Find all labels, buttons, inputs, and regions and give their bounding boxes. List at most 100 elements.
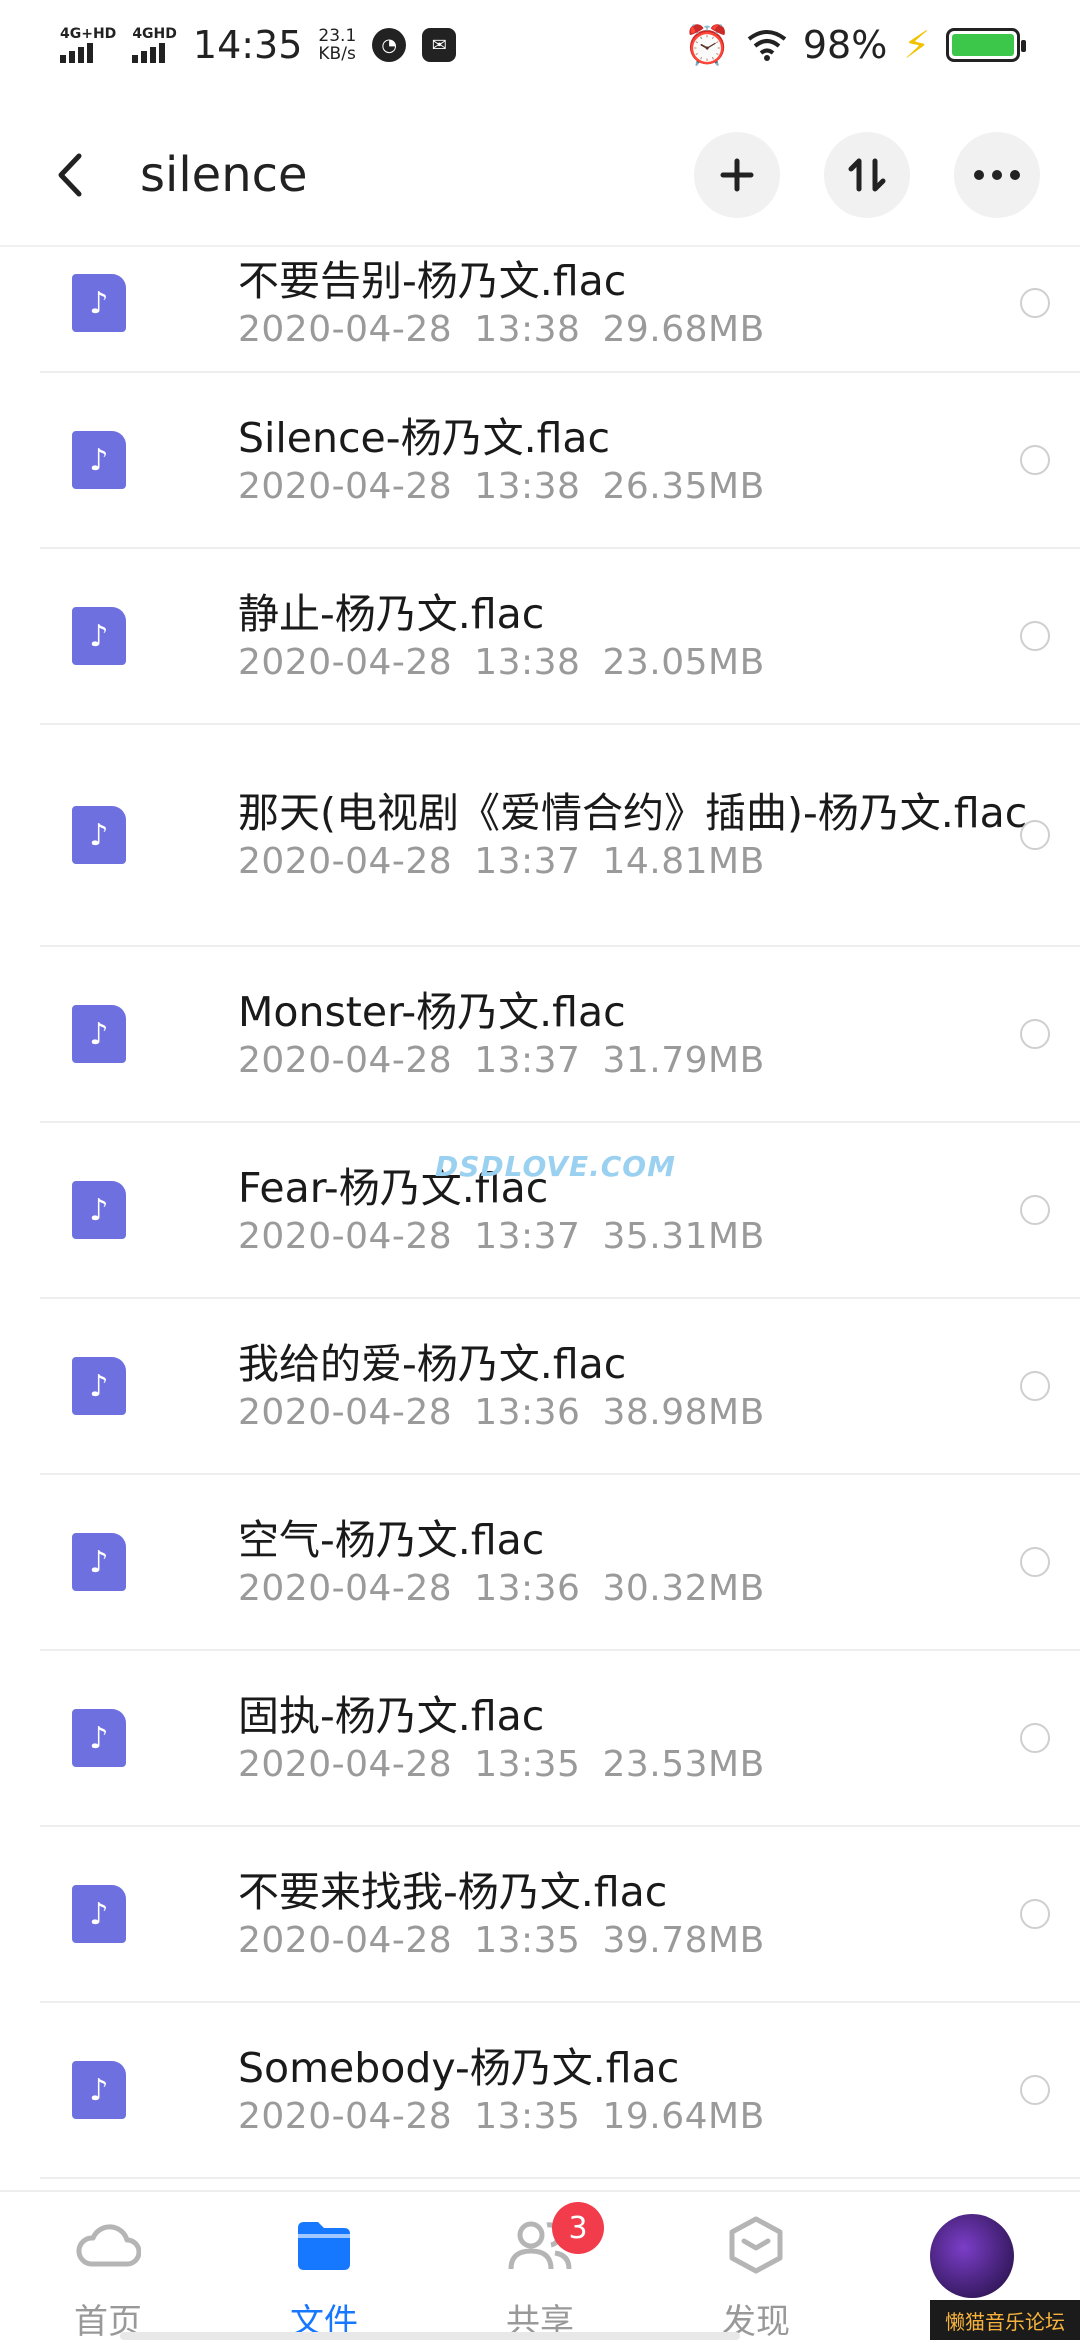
file-meta: 2020-04-28 13:38 23.05MB	[238, 642, 1040, 683]
file-text: 那天(电视剧《爱情合约》插曲)-杨乃文.flac2020-04-2813:371…	[238, 789, 1040, 882]
file-meta: 2020-04-2813:3714.81MB	[238, 841, 1040, 882]
file-name: Monster-杨乃文.flac	[238, 988, 1040, 1036]
music-file-icon: ♪	[72, 274, 126, 332]
file-date: 2020-04-28	[238, 309, 452, 350]
add-button[interactable]	[694, 132, 780, 218]
file-row[interactable]: ♪空气-杨乃文.flac2020-04-2813:3630.32MB	[40, 1475, 1080, 1651]
select-checkbox[interactable]	[1020, 621, 1050, 651]
signal-1-icon: 4G+HD	[60, 27, 116, 63]
avatar	[930, 2214, 1014, 2298]
file-meta: 2020-04-28 13:35 19.64MB	[238, 2096, 1040, 2137]
file-size: 35.31MB	[602, 1216, 764, 1257]
file-size: 38.98MB	[602, 1392, 764, 1433]
nav-files[interactable]: 文件	[224, 2192, 424, 2343]
file-time: 13:38	[474, 309, 580, 350]
file-name: 静止-杨乃文.flac	[238, 590, 1040, 638]
file-time: 13:38	[474, 642, 580, 683]
home-indicator	[120, 2332, 740, 2340]
file-text: Monster-杨乃文.flac2020-04-2813:3731.79MB	[238, 988, 1040, 1081]
file-time: 13:37	[474, 1216, 580, 1257]
file-size: 19.64MB	[602, 2096, 764, 2137]
forum-watermark: 懒猫音乐论坛	[930, 2300, 1080, 2340]
bottom-nav: 首页 文件 3 共享 发现	[0, 2190, 1080, 2342]
file-size: 26.35MB	[602, 466, 764, 507]
file-row[interactable]: ♪不要告别-杨乃文.flac2020-04-2813:3829.68MB	[40, 247, 1080, 373]
file-date: 2020-04-28	[238, 466, 452, 507]
music-file-icon: ♪	[72, 1005, 126, 1063]
file-meta: 2020-04-2813:3539.78MB	[238, 1920, 1040, 1961]
file-size: 23.05MB	[602, 642, 764, 683]
nav-share[interactable]: 3 共享	[440, 2192, 640, 2343]
back-button[interactable]	[40, 135, 100, 215]
file-row[interactable]: ♪固执-杨乃文.flac2020-04-2813:3523.53MB	[40, 1651, 1080, 1827]
select-checkbox[interactable]	[1020, 1019, 1050, 1049]
nav-profile[interactable]	[872, 2192, 1072, 2298]
battery-icon	[946, 28, 1020, 62]
music-file-icon: ♪	[72, 1533, 126, 1591]
file-date: 2020-04-28	[238, 1744, 452, 1785]
file-meta: 2020-04-2813:3829.68MB	[238, 309, 1040, 350]
app-notification-icon: ◔	[372, 28, 406, 62]
file-meta: 2020-04-28 13:36 30.32MB	[238, 1568, 1040, 1609]
select-checkbox[interactable]	[1020, 1195, 1050, 1225]
share-count-badge: 3	[552, 2202, 604, 2254]
file-meta: 2020-04-2813:3731.79MB	[238, 1040, 1040, 1081]
file-row[interactable]: ♪ Monster-杨乃文.flac2020-04-2813:3731.79MB	[40, 947, 1080, 1123]
select-checkbox[interactable]	[1020, 1899, 1050, 1929]
music-file-icon: ♪	[72, 607, 126, 665]
file-date: 2020-04-28	[238, 841, 452, 882]
more-button[interactable]	[954, 132, 1040, 218]
file-date: 2020-04-28	[238, 1392, 452, 1433]
select-checkbox[interactable]	[1020, 445, 1050, 475]
status-left: 4G+HD 4GHD 14:35 23.1 KB/s ◔ ✉	[60, 23, 456, 67]
file-time: 13:36	[474, 1392, 580, 1433]
file-size: 39.78MB	[602, 1920, 764, 1961]
charging-bolt-icon: ⚡	[903, 23, 930, 67]
alarm-icon: ⏰	[684, 23, 731, 68]
nav-home[interactable]: 首页	[8, 2192, 208, 2343]
file-date: 2020-04-28	[238, 2096, 452, 2137]
nav-discover[interactable]: 发现	[656, 2192, 856, 2343]
file-meta: 2020-04-2813:3523.53MB	[238, 1744, 1040, 1785]
file-row[interactable]: ♪ 那天(电视剧《爱情合约》插曲)-杨乃文.flac2020-04-2813:37…	[40, 725, 1080, 947]
file-text: Silence-杨乃文.flac2020-04-2813:3826.35MB	[238, 414, 1040, 507]
more-dots-icon	[973, 169, 1021, 181]
sort-button[interactable]	[824, 132, 910, 218]
select-checkbox[interactable]	[1020, 1371, 1050, 1401]
top-bar: silence	[0, 110, 1080, 240]
file-text: 空气-杨乃文.flac2020-04-2813:3630.32MB	[238, 1516, 1040, 1609]
select-checkbox[interactable]	[1020, 820, 1050, 850]
file-text: 固执-杨乃文.flac2020-04-2813:3523.53MB	[238, 1692, 1040, 1785]
music-file-icon: ♪	[72, 1709, 126, 1767]
folder-icon	[291, 2214, 357, 2276]
file-time: 13:35	[474, 2096, 580, 2137]
select-checkbox[interactable]	[1020, 288, 1050, 318]
page-title: silence	[140, 147, 650, 203]
signal-2-icon: 4GHD	[132, 27, 177, 63]
music-file-icon: ♪	[72, 1885, 126, 1943]
file-row[interactable]: ♪ 不要来找我-杨乃文.flac2020-04-2813:3539.78MB	[40, 1827, 1080, 2003]
file-time: 13:36	[474, 1568, 580, 1609]
file-name: 我给的爱-杨乃文.flac	[238, 1340, 1040, 1388]
file-date: 2020-04-28	[238, 1040, 452, 1081]
plus-icon	[720, 158, 754, 192]
select-checkbox[interactable]	[1020, 1723, 1050, 1753]
speed-value: 23.1	[318, 27, 356, 45]
file-date: 2020-04-28	[238, 642, 452, 683]
select-checkbox[interactable]	[1020, 2075, 1050, 2105]
file-size: 31.79MB	[602, 1040, 764, 1081]
network-type-2: 4GHD	[132, 27, 177, 41]
file-row[interactable]: ♪我给的爱-杨乃文.flac2020-04-2813:3638.98MB	[40, 1299, 1080, 1475]
music-file-icon: ♪	[72, 806, 126, 864]
file-row[interactable]: ♪Silence-杨乃文.flac2020-04-2813:3826.35MB	[40, 373, 1080, 549]
file-row[interactable]: ♪ 静止-杨乃文.flac2020-04-28 13:38 23.05MB	[40, 549, 1080, 725]
file-row[interactable]: ♪Somebody-杨乃文.flac2020-04-2813:3519.64MB	[40, 2003, 1080, 2179]
file-text: Somebody-杨乃文.flac2020-04-2813:3519.64MB	[238, 2044, 1040, 2137]
file-date: 2020-04-28	[238, 1568, 452, 1609]
file-size: 30.32MB	[602, 1568, 764, 1609]
file-text: 不要来找我-杨乃文.flac2020-04-2813:3539.78MB	[238, 1868, 1040, 1961]
select-checkbox[interactable]	[1020, 1547, 1050, 1577]
wifi-icon	[747, 29, 787, 61]
file-time: 13:35	[474, 1744, 580, 1785]
file-text: 我给的爱-杨乃文.flac2020-04-28 13:36 38.98MB	[238, 1340, 1040, 1433]
